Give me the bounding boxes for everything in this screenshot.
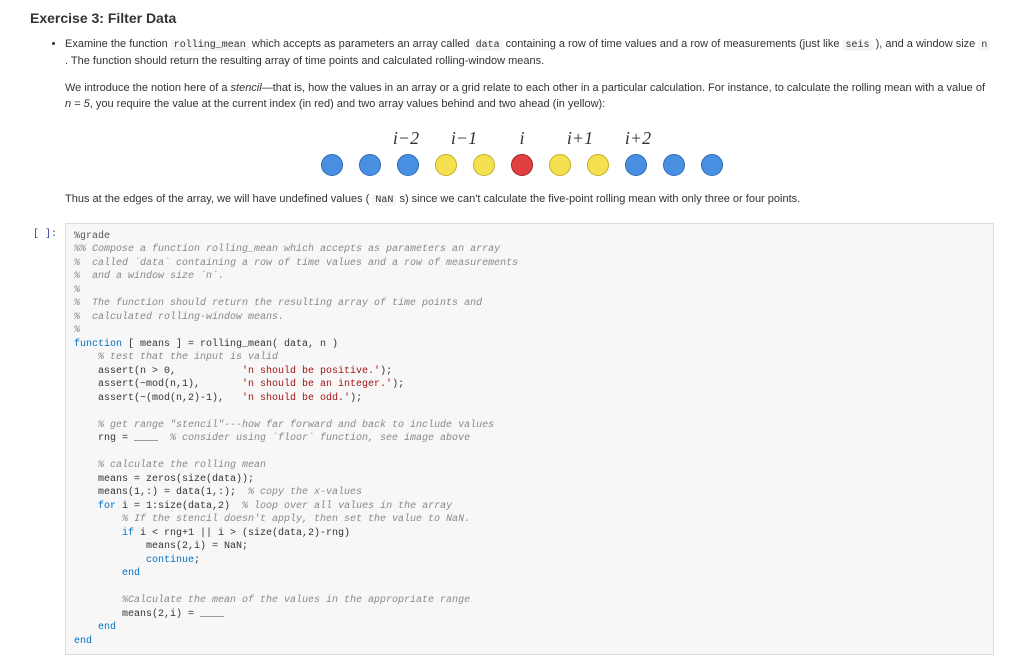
l: % The function should return the resulti…	[74, 298, 482, 309]
l: %grade	[74, 231, 110, 242]
kw: end	[74, 636, 92, 647]
exercise-heading: Exercise 3: Filter Data	[30, 10, 994, 26]
l: );	[350, 393, 362, 404]
kw: function	[74, 339, 122, 350]
circle-yellow	[473, 154, 495, 176]
l: );	[392, 379, 404, 390]
l: %% Compose a function rolling_mean which…	[74, 244, 500, 255]
l: % called `data` containing a row of time…	[74, 258, 518, 269]
circle-yellow	[435, 154, 457, 176]
l: i < rng+1 || i > (size(data,2)-rng)	[134, 528, 350, 539]
kw: continue	[74, 555, 194, 566]
l: assert(~mod(n,1),	[74, 379, 242, 390]
code-nan: NaN	[372, 195, 396, 206]
lbl-im2: i−2	[391, 128, 421, 149]
code-rolling-mean: rolling_mean	[171, 40, 249, 51]
l: );	[380, 366, 392, 377]
l: means(2,i) = ____	[74, 609, 224, 620]
kw: for	[74, 501, 116, 512]
l: i = 1:size(data,2)	[116, 501, 242, 512]
circle-yellow	[587, 154, 609, 176]
stencil-paragraph: We introduce the notion here of a stenci…	[65, 80, 994, 113]
t: We introduce the notion here of a	[65, 82, 231, 94]
kw: end	[74, 568, 140, 579]
l: % loop over all values in the array	[242, 501, 452, 512]
t: ), and a window size	[873, 38, 979, 50]
lbl-ip1: i+1	[565, 128, 595, 149]
l: %	[74, 285, 80, 296]
l: means = zeros(size(data));	[74, 474, 254, 485]
code-seis: seis	[843, 40, 873, 51]
l: % consider using `floor` function, see i…	[170, 433, 470, 444]
l: ;	[194, 555, 200, 566]
circle-blue	[321, 154, 343, 176]
circle-red	[511, 154, 533, 176]
l: %	[74, 325, 80, 336]
code-cell-wrapper: [ ]: %grade %% Compose a function rollin…	[30, 223, 994, 656]
circle-blue	[397, 154, 419, 176]
circle-blue	[663, 154, 685, 176]
s: 'n should be positive.'	[242, 366, 380, 377]
lbl-i: i	[507, 128, 537, 149]
t: . The function should return the resulti…	[65, 55, 544, 67]
l: [ means ] = rolling_mean( data, n )	[122, 339, 338, 350]
t: Examine the function	[65, 38, 171, 50]
t: , you require the value at the current i…	[90, 98, 605, 110]
stencil-term: stencil	[231, 82, 262, 94]
lbl-ip2: i+2	[623, 128, 653, 149]
stencil-diagram: i−2 i−1 i i+1 i+2	[50, 128, 994, 176]
stencil-labels: i−2 i−1 i i+1 i+2	[50, 128, 994, 149]
bullet-item: Examine the function rolling_mean which …	[65, 36, 994, 70]
content-block: Examine the function rolling_mean which …	[50, 36, 994, 208]
l: % If the stencil doesn't apply, then set…	[74, 514, 470, 525]
circle-blue	[625, 154, 647, 176]
code-cell[interactable]: %grade %% Compose a function rolling_mea…	[65, 223, 994, 656]
edges-paragraph: Thus at the edges of the array, we will …	[65, 191, 994, 208]
l: % get range "stencil"---how far forward …	[74, 420, 494, 431]
t: —that is, how the values in an array or …	[262, 82, 985, 94]
cell-prompt: [ ]:	[30, 223, 65, 656]
n-equals-5: n = 5	[65, 98, 90, 110]
t: which accepts as parameters an array cal…	[249, 38, 473, 50]
l: means(1,:) = data(1,:);	[74, 487, 248, 498]
lbl-im1: i−1	[449, 128, 479, 149]
l: assert(n > 0,	[74, 366, 242, 377]
code-data: data	[473, 40, 503, 51]
kw: end	[74, 622, 116, 633]
l: % copy the x-values	[248, 487, 362, 498]
l: % and a window size `n`.	[74, 271, 224, 282]
t: s) since we can't calculate the five-poi…	[396, 193, 800, 205]
circle-yellow	[549, 154, 571, 176]
l: assert(~(mod(n,2)-1),	[74, 393, 242, 404]
t: containing a row of time values and a ro…	[503, 38, 843, 50]
kw: if	[74, 528, 134, 539]
t: Thus at the edges of the array, we will …	[65, 193, 372, 205]
l: % calculated rolling-window means.	[74, 312, 284, 323]
circle-blue	[359, 154, 381, 176]
l: % test that the input is valid	[74, 352, 278, 363]
circle-blue	[701, 154, 723, 176]
l: % calculate the rolling mean	[74, 460, 266, 471]
l: means(2,i) = NaN;	[74, 541, 248, 552]
s: 'n should be odd.'	[242, 393, 350, 404]
code-n: n	[978, 40, 990, 51]
stencil-circles	[50, 154, 994, 176]
l: %Calculate the mean of the values in the…	[74, 595, 470, 606]
s: 'n should be an integer.'	[242, 379, 392, 390]
l: rng = ____	[74, 433, 170, 444]
